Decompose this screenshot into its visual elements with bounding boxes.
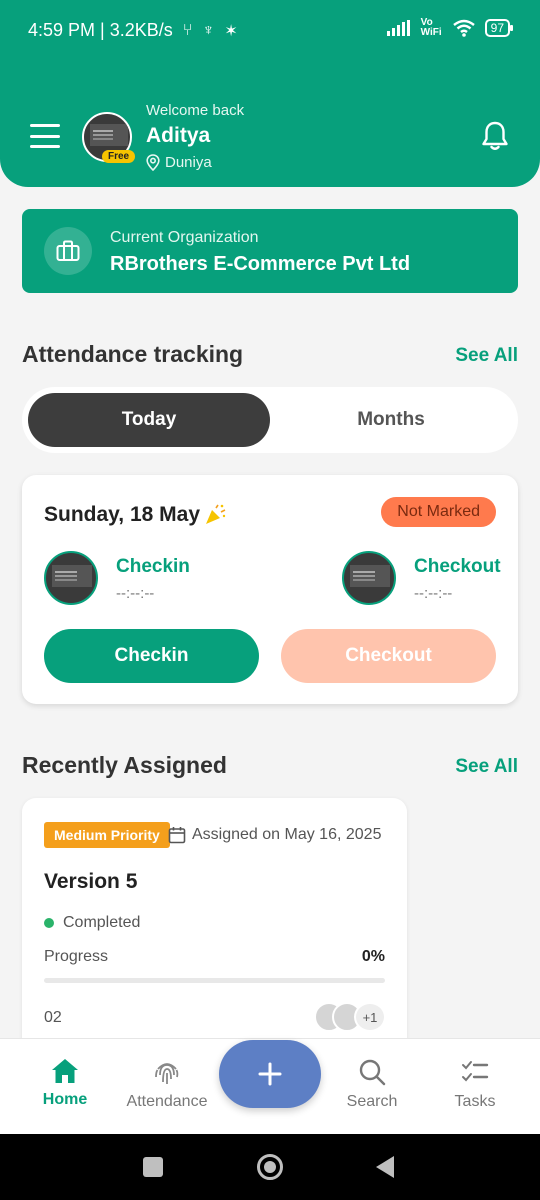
checkout-avatar: [342, 551, 396, 605]
more-members-badge: +1: [354, 1002, 386, 1032]
nav-tasks[interactable]: Tasks: [425, 1057, 525, 1111]
attendance-card: Sunday, 18 May Not Marked Checkin --:--:…: [22, 475, 518, 704]
nav-home[interactable]: Home: [15, 1057, 115, 1109]
progress-label: Progress: [44, 948, 109, 965]
organization-label: Current Organization: [110, 229, 259, 246]
task-number: 02: [44, 1009, 62, 1026]
party-popper-icon: [206, 504, 226, 524]
recent-title: Recently Assigned: [22, 752, 227, 778]
progress-value: 0%: [361, 948, 385, 965]
search-icon: [359, 1059, 386, 1086]
tasks-icon: [462, 1061, 489, 1082]
assigned-date: Assigned on May 16, 2025: [168, 826, 381, 844]
battery-icon: 97: [484, 19, 514, 37]
back-icon[interactable]: [376, 1156, 394, 1178]
attendance-date-text: Sunday, 18 May: [44, 503, 201, 526]
signal-icon: [386, 20, 410, 36]
nav-attendance[interactable]: Attendance: [117, 1057, 217, 1111]
add-button[interactable]: [219, 1040, 321, 1108]
organization-name: RBrothers E-Commerce Pvt Ltd: [110, 253, 411, 275]
home-system-icon[interactable]: [257, 1154, 283, 1180]
organization-card[interactable]: Current Organization RBrothers E-Commerc…: [22, 209, 518, 293]
nav-attendance-label: Attendance: [126, 1093, 208, 1110]
checkout-time: --:--:--: [414, 585, 453, 602]
task-title: Version 5: [44, 870, 138, 893]
menu-button[interactable]: [30, 124, 60, 148]
status-badge: Not Marked: [381, 497, 496, 527]
bell-icon[interactable]: [480, 120, 510, 152]
attendance-tab-switch: Today Months: [22, 387, 518, 453]
status-bar-left: 4:59 PM | 3.2KB/s ⑂ ♆ ✶: [28, 20, 238, 41]
checkout-button[interactable]: Checkout: [281, 629, 496, 683]
checkout-label: Checkout: [414, 556, 501, 577]
recents-icon[interactable]: [143, 1157, 163, 1177]
assigned-date-text: Assigned on May 16, 2025: [192, 826, 382, 843]
nav-search[interactable]: Search: [322, 1057, 422, 1111]
checkin-button[interactable]: Checkin: [44, 629, 259, 683]
progress-bar: [44, 978, 385, 983]
nav-search-label: Search: [346, 1093, 398, 1110]
plus-icon: [258, 1062, 282, 1086]
nav-home-label: Home: [42, 1091, 88, 1108]
recent-see-all-link[interactable]: See All: [455, 756, 518, 778]
status-time-speed: 4:59 PM | 3.2KB/s: [28, 20, 173, 40]
calendar-icon: [168, 827, 186, 844]
checkin-avatar: [44, 551, 98, 605]
user-name: Aditya: [146, 124, 211, 147]
attendance-title: Attendance tracking: [22, 341, 244, 367]
priority-badge: Medium Priority: [44, 822, 170, 848]
home-icon: [52, 1059, 78, 1083]
welcome-text: Welcome back: [146, 102, 245, 119]
location-pin-icon: [146, 154, 160, 171]
signal-fork-icon: ⑂: [182, 21, 193, 39]
location: Duniya: [146, 154, 212, 171]
checkin-label: Checkin: [116, 556, 190, 577]
trophy-icon: ♆: [202, 21, 215, 39]
status-dot-icon: [44, 918, 54, 928]
tab-today[interactable]: Today: [28, 393, 270, 447]
status-bar-right: Vo WiFi 97: [386, 17, 514, 38]
checkin-time: --:--:--: [116, 585, 155, 602]
briefcase-icon: [44, 227, 92, 275]
system-navigation-bar: [0, 1134, 540, 1200]
tab-months[interactable]: Months: [270, 393, 512, 447]
task-status: Completed: [63, 914, 141, 931]
fingerprint-icon: [155, 1063, 179, 1084]
attendance-see-all-link[interactable]: See All: [455, 345, 518, 367]
spark-icon: ✶: [224, 22, 238, 40]
nav-tasks-label: Tasks: [454, 1093, 496, 1110]
vowifi-text: Vo WiFi: [420, 17, 442, 38]
app-header: 4:59 PM | 3.2KB/s ⑂ ♆ ✶ Vo WiFi 97 Free …: [0, 0, 540, 187]
location-text: Duniya: [165, 154, 212, 171]
attendance-date: Sunday, 18 May: [44, 503, 226, 527]
task-card[interactable]: Medium Priority Assigned on May 16, 2025…: [22, 798, 407, 1058]
plan-badge: Free: [102, 150, 136, 163]
wifi-icon: [452, 19, 475, 37]
